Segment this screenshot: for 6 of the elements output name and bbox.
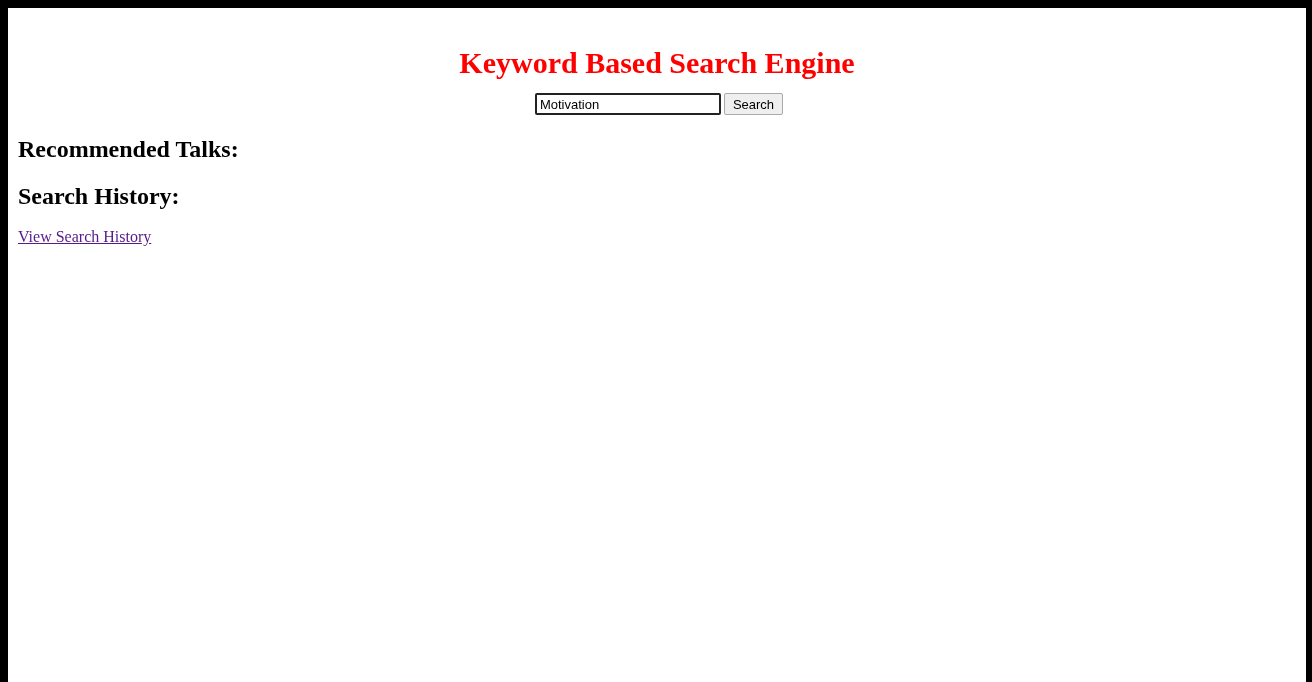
section-heading: Search History: [18,182,181,210]
page-title: Keyword Based Search Engine [458,46,856,80]
history-link[interactable]: View Search History [18,228,152,246]
search-button[interactable]: Search [723,93,784,115]
section-heading: Recommended Talks: [18,135,240,163]
search-field[interactable]: Motivation [534,93,721,115]
